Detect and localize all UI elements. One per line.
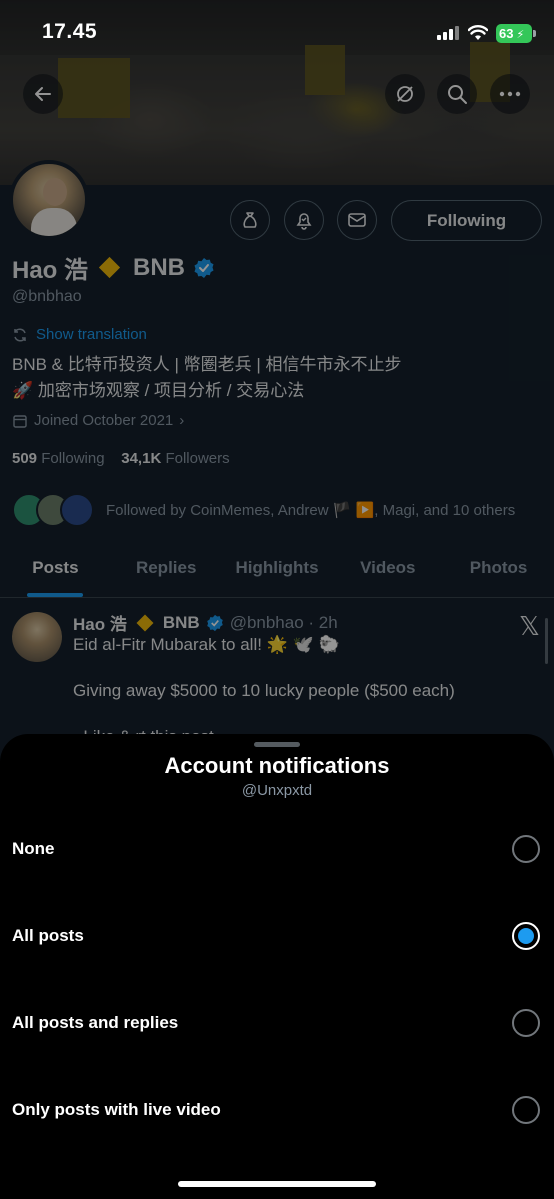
radio-button[interactable] (512, 1009, 540, 1037)
option-label: None (12, 839, 55, 858)
battery-level: 63 (499, 26, 514, 41)
wifi-icon (468, 25, 488, 40)
option-live-video[interactable]: Only posts with live video (0, 1080, 554, 1140)
option-label: All posts (12, 926, 84, 945)
option-all-posts[interactable]: All posts (0, 906, 554, 966)
option-label: Only posts with live video (12, 1100, 221, 1119)
home-indicator[interactable] (178, 1181, 376, 1187)
sheet-subtitle: @Unxpxtd (241, 782, 313, 799)
radio-button-selected[interactable] (512, 922, 540, 950)
sheet-title: Account notifications (164, 753, 390, 778)
radio-button[interactable] (512, 835, 540, 863)
option-none[interactable]: None (0, 819, 554, 879)
radio-button[interactable] (512, 1096, 540, 1124)
status-bar: 17.45 63 ⚡ (0, 0, 554, 64)
status-time: 17.45 (42, 20, 98, 43)
account-notifications-sheet: Account notifications @Unxpxtd None All … (0, 734, 554, 1199)
sheet-grabber[interactable] (254, 742, 300, 747)
cellular-signal-icon (437, 26, 459, 40)
battery-indicator: 63 ⚡ (496, 24, 536, 43)
option-label: All posts and replies (12, 1013, 179, 1032)
option-all-posts-and-replies[interactable]: All posts and replies (0, 993, 554, 1053)
